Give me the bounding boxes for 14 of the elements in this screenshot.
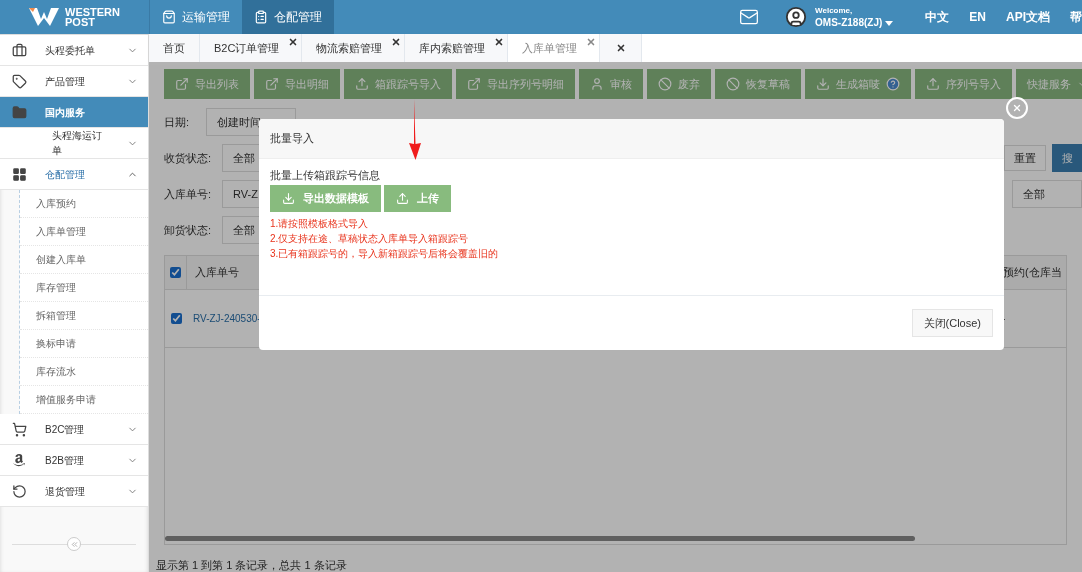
filter-label: 日期: (164, 114, 191, 130)
filter-label: 收货状态: (164, 150, 213, 166)
note-text: 2.仅支持在途、草稿状态入库单导入箱跟踪号 (270, 231, 470, 246)
logo-text: POST (65, 17, 96, 27)
welcome-text: Welcome, (815, 5, 854, 17)
table-cell-text: - (1001, 312, 1007, 326)
note-text: 1.请按照模板格式导入 (270, 216, 370, 231)
filter-label: 卸货状态: (164, 222, 213, 238)
column-header: 入库单号 (194, 265, 240, 281)
dialog-subtitle: 批量上传箱跟踪号信息 (270, 168, 381, 183)
status-text: 显示第 1 到第 1 条记录，总共 1 条记录 (156, 558, 348, 572)
logo-text: WESTERN (65, 7, 120, 17)
note-text: 3.已有箱跟踪号的，导入新箱跟踪号后将会覆盖旧的 (270, 246, 500, 261)
filter-label: 入库单号: (164, 186, 213, 202)
